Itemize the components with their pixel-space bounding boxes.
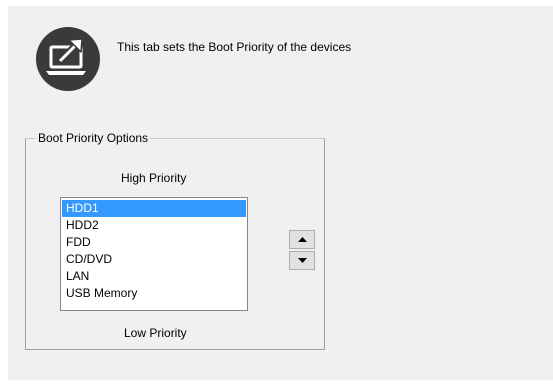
intro-text: This tab sets the Boot Priority of the d… [117, 40, 352, 54]
list-item[interactable]: CD/DVD [62, 251, 246, 268]
list-item[interactable]: USB Memory [62, 285, 246, 302]
move-down-button[interactable] [289, 251, 315, 270]
high-priority-label: High Priority [121, 171, 187, 185]
group-title: Boot Priority Options [36, 131, 151, 145]
triangle-up-icon [297, 237, 307, 242]
triangle-down-icon [297, 258, 307, 263]
list-item[interactable]: FDD [62, 234, 246, 251]
boot-priority-group: Boot Priority Options High Priority HDD1… [25, 131, 325, 350]
laptop-arrow-icon [36, 27, 100, 91]
boot-device-list[interactable]: HDD1 HDD2 FDD CD/DVD LAN USB Memory [60, 197, 248, 311]
boot-tab-panel: This tab sets the Boot Priority of the d… [8, 6, 553, 380]
list-item[interactable]: HDD2 [62, 217, 246, 234]
low-priority-label: Low Priority [124, 326, 187, 340]
list-item[interactable]: HDD1 [62, 200, 246, 217]
list-item[interactable]: LAN [62, 268, 246, 285]
move-up-button[interactable] [289, 230, 315, 249]
